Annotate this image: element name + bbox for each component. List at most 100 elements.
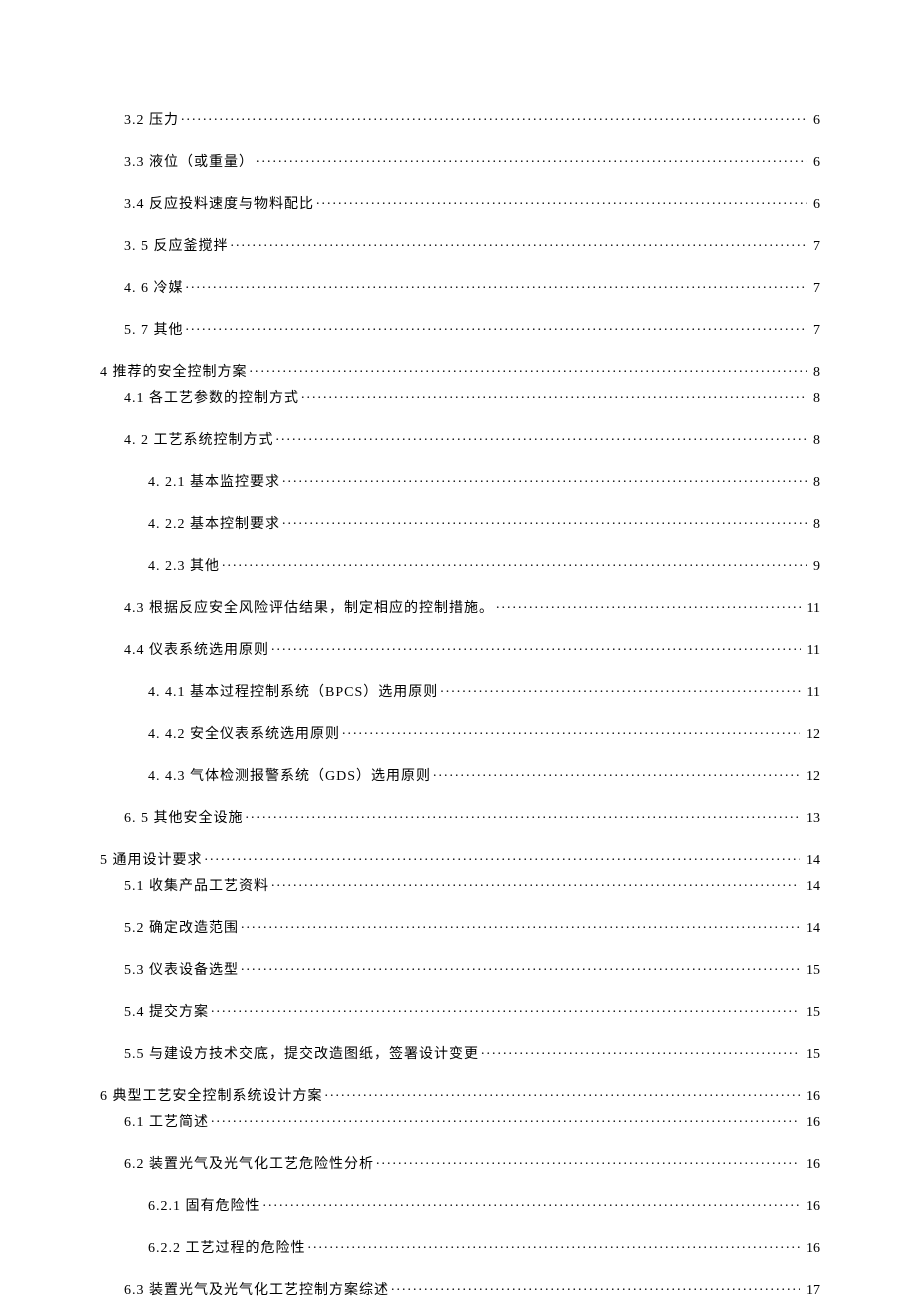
- toc-entry: 4. 4.2 安全仪表系统选用原则 12: [100, 724, 820, 742]
- toc-leader-dots: [211, 1002, 800, 1016]
- toc-entry: 4.4 仪表系统选用原则 11: [100, 640, 820, 658]
- toc-entry-label: 4. 4.1 基本过程控制系统（BPCS）选用原则: [148, 686, 438, 700]
- toc-entry-label: 3.4 反应投料速度与物料配比: [124, 198, 314, 212]
- toc-leader-dots: [308, 1238, 801, 1252]
- toc-entry: 4 推荐的安全控制方案 8: [100, 362, 820, 380]
- toc-entry: 5.5 与建设方技术交底，提交改造图纸，签署设计变更 15: [100, 1044, 820, 1062]
- toc-entry: 5.2 确定改造范围 14: [100, 918, 820, 936]
- toc-entry-label: 4. 6 冷媒: [124, 282, 184, 296]
- toc-entry-label: 6 典型工艺安全控制系统设计方案: [100, 1090, 323, 1104]
- toc-entry: 6.2.1 固有危险性 16: [100, 1196, 820, 1214]
- toc-entry-label: 6.2 装置光气及光气化工艺危险性分析: [124, 1158, 374, 1172]
- toc-entry-page: 8: [809, 476, 820, 490]
- toc-entry-label: 5.1 收集产品工艺资料: [124, 880, 269, 894]
- toc-entry-page: 8: [809, 518, 820, 532]
- toc-leader-dots: [433, 766, 800, 780]
- toc-entry: 5.1 收集产品工艺资料 14: [100, 876, 820, 894]
- toc-entry-label: 6. 5 其他安全设施: [124, 812, 244, 826]
- toc-leader-dots: [250, 362, 808, 376]
- toc-entry: 5 通用设计要求 14: [100, 850, 820, 868]
- toc-leader-dots: [256, 152, 807, 166]
- toc-entry-page: 16: [802, 1158, 820, 1172]
- toc-entry-label: 4 推荐的安全控制方案: [100, 366, 248, 380]
- toc-leader-dots: [282, 472, 807, 486]
- toc-leader-dots: [391, 1280, 800, 1294]
- toc-leader-dots: [325, 1086, 801, 1100]
- toc-entry-label: 5.3 仪表设备选型: [124, 964, 239, 978]
- toc-entry-page: 14: [802, 922, 820, 936]
- toc-leader-dots: [211, 1112, 800, 1126]
- toc-entry: 4. 2.2 基本控制要求 8: [100, 514, 820, 532]
- toc-entry: 4. 4.3 气体检测报警系统（GDS）选用原则12: [100, 766, 820, 784]
- toc-entry: 4.3 根据反应安全风险评估结果，制定相应的控制措施。11: [100, 598, 820, 616]
- toc-entry: 6.2 装置光气及光气化工艺危险性分析 16: [100, 1154, 820, 1172]
- toc-entry-label: 5 通用设计要求: [100, 854, 203, 868]
- toc-leader-dots: [376, 1154, 800, 1168]
- toc-entry: 6 典型工艺安全控制系统设计方案 16: [100, 1086, 820, 1104]
- toc-entry: 3. 5 反应釜搅拌 7: [100, 236, 820, 254]
- toc-entry: 4. 2 工艺系统控制方式 8: [100, 430, 820, 448]
- toc-entry-page: 6: [809, 198, 820, 212]
- toc-entry: 5.3 仪表设备选型 15: [100, 960, 820, 978]
- toc-entry-page: 16: [802, 1200, 820, 1214]
- toc-leader-dots: [241, 918, 800, 932]
- toc-entry-page: 15: [802, 964, 820, 978]
- toc-entry-label: 6.3 装置光气及光气化工艺控制方案综述: [124, 1284, 389, 1298]
- toc-entry-label: 4.1 各工艺参数的控制方式: [124, 392, 299, 406]
- toc-entry: 3.2 压力 6: [100, 110, 820, 128]
- toc-entry-label: 5.2 确定改造范围: [124, 922, 239, 936]
- toc-entry-label: 6.2.2 工艺过程的危险性: [148, 1242, 306, 1256]
- toc-entry-label: 6.1 工艺简述: [124, 1116, 209, 1130]
- toc-entry-page: 8: [809, 434, 820, 448]
- toc-entry-label: 4.4 仪表系统选用原则: [124, 644, 269, 658]
- toc-entry-page: 11: [803, 686, 820, 700]
- toc-entry-label: 4. 2.3 其他: [148, 560, 220, 574]
- toc-entry-label: 3. 5 反应釜搅拌: [124, 240, 229, 254]
- toc-entry-page: 12: [802, 728, 820, 742]
- toc-entry: 4. 2.3 其他 9: [100, 556, 820, 574]
- toc-entry-page: 6: [809, 114, 820, 128]
- toc-entry: 6.1 工艺简述 16: [100, 1112, 820, 1130]
- toc-leader-dots: [342, 724, 800, 738]
- toc-entry-page: 14: [802, 854, 820, 868]
- toc-entry: 6.2.2 工艺过程的危险性 16: [100, 1238, 820, 1256]
- toc-entry-label: 5. 7 其他: [124, 324, 184, 338]
- toc-entry: 4. 6 冷媒 7: [100, 278, 820, 296]
- toc-entry-page: 7: [809, 240, 820, 254]
- table-of-contents: 3.2 压力 63.3 液位（或重量）63.4 反应投料速度与物料配比 63. …: [100, 110, 820, 1298]
- toc-entry-label: 4. 4.3 气体检测报警系统（GDS）选用原则: [148, 770, 431, 784]
- toc-leader-dots: [241, 960, 800, 974]
- toc-leader-dots: [496, 598, 801, 612]
- toc-leader-dots: [205, 850, 801, 864]
- toc-entry-page: 9: [809, 560, 820, 574]
- toc-entry-label: 3.2 压力: [124, 114, 179, 128]
- toc-entry-label: 4. 2 工艺系统控制方式: [124, 434, 274, 448]
- toc-entry-label: 6.2.1 固有危险性: [148, 1200, 261, 1214]
- toc-leader-dots: [282, 514, 807, 528]
- toc-entry-page: 14: [802, 880, 820, 894]
- toc-entry-page: 8: [809, 366, 820, 380]
- toc-entry-label: 4. 4.2 安全仪表系统选用原则: [148, 728, 340, 742]
- toc-entry: 3.4 反应投料速度与物料配比 6: [100, 194, 820, 212]
- toc-entry-label: 4. 2.2 基本控制要求: [148, 518, 280, 532]
- toc-leader-dots: [181, 110, 807, 124]
- toc-entry-page: 8: [809, 392, 820, 406]
- toc-entry-page: 7: [809, 282, 820, 296]
- toc-entry-label: 5.5 与建设方技术交底，提交改造图纸，签署设计变更: [124, 1048, 479, 1062]
- toc-leader-dots: [271, 640, 801, 654]
- toc-leader-dots: [271, 876, 800, 890]
- toc-entry-page: 11: [803, 644, 820, 658]
- toc-leader-dots: [186, 278, 808, 292]
- toc-entry-page: 17: [802, 1284, 820, 1298]
- toc-leader-dots: [316, 194, 807, 208]
- toc-entry: 3.3 液位（或重量）6: [100, 152, 820, 170]
- toc-entry: 4.1 各工艺参数的控制方式 8: [100, 388, 820, 406]
- toc-entry: 4. 4.1 基本过程控制系统（BPCS）选用原则 11: [100, 682, 820, 700]
- toc-leader-dots: [246, 808, 801, 822]
- toc-entry: 5.4 提交方案15: [100, 1002, 820, 1020]
- toc-entry-page: 16: [802, 1090, 820, 1104]
- toc-entry: 6. 5 其他安全设施 13: [100, 808, 820, 826]
- toc-entry-page: 15: [802, 1048, 820, 1062]
- toc-entry-page: 15: [802, 1006, 820, 1020]
- toc-entry-label: 3.3 液位（或重量）: [124, 156, 254, 170]
